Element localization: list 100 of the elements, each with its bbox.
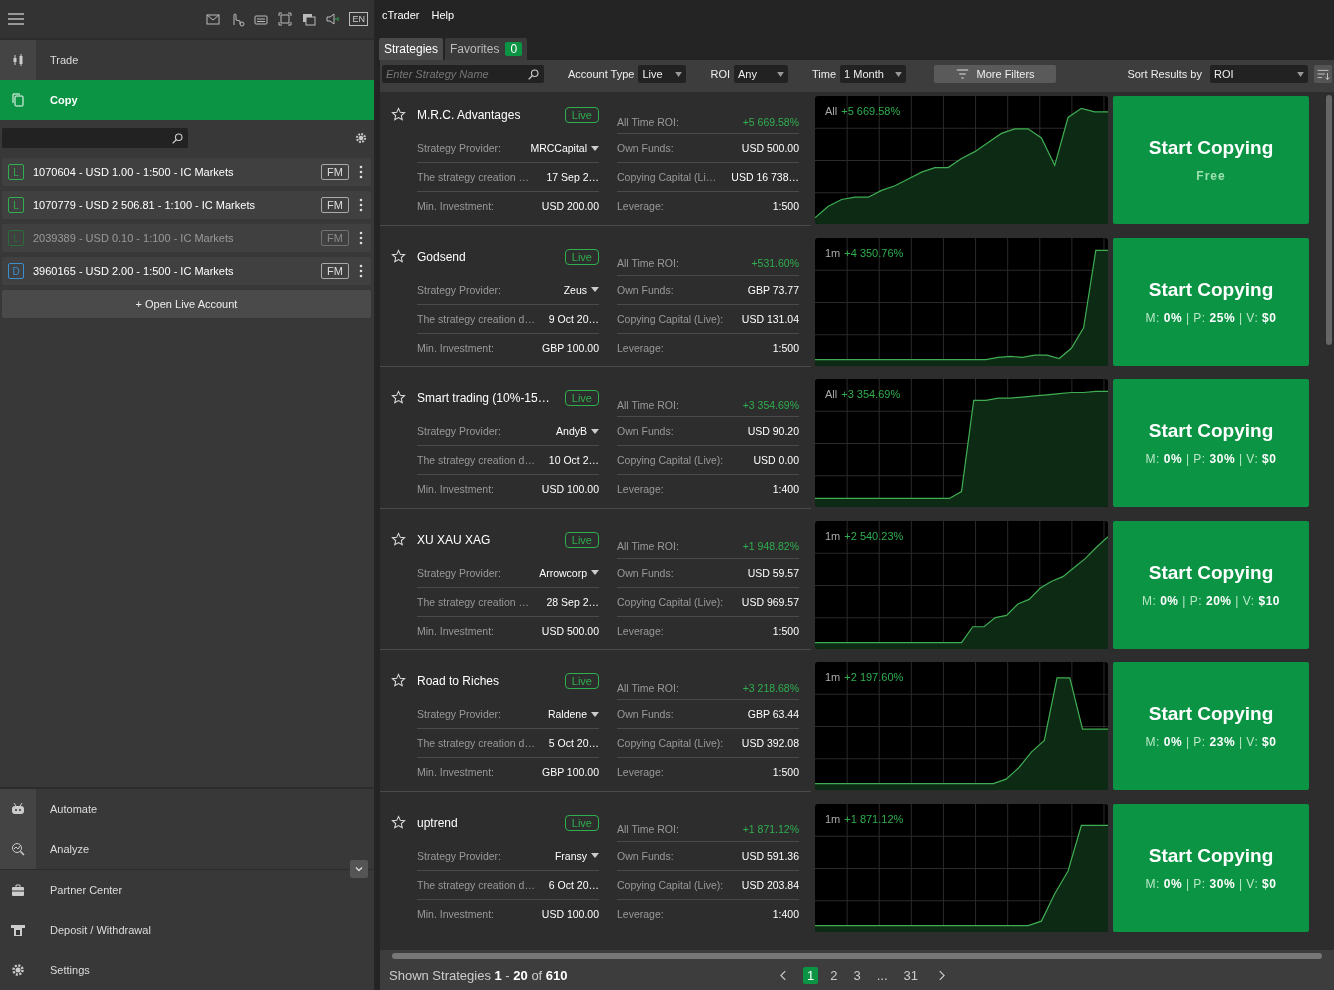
account-search-field[interactable]	[2, 128, 188, 148]
account-item[interactable]: L 1070779 - USD 2 506.81 - 1:100 - IC Markets FM	[2, 191, 371, 219]
tab[interactable]: Favorites 0	[445, 38, 528, 60]
star-icon[interactable]	[391, 390, 406, 406]
page-button[interactable]: 2	[826, 966, 842, 984]
field-label: The strategy creation d…	[417, 737, 535, 750]
fm-button[interactable]: FM	[321, 197, 349, 213]
provider-dropdown[interactable]: Zeus	[563, 283, 599, 296]
menu-item[interactable]: Help	[431, 9, 455, 21]
star-icon[interactable]	[391, 107, 406, 122]
mail-icon[interactable]	[205, 11, 222, 27]
filter-dropdown[interactable]: Live	[638, 65, 687, 83]
star-icon[interactable]	[391, 673, 406, 689]
nav-item[interactable]: Copy	[0, 80, 374, 120]
field-value: 10 Oct 2…	[548, 454, 599, 467]
briefcase-icon	[10, 882, 26, 898]
field-value: 1:500	[772, 766, 799, 779]
provider-dropdown[interactable]: MRCCapital	[530, 142, 599, 154]
chart-roi: +2 197.60%	[844, 671, 904, 684]
chart-period: 1m	[825, 812, 841, 825]
start-copying-button[interactable]: Start Copying M: 0% | P: 25% | V: $0	[1113, 237, 1309, 366]
page-button[interactable]: 1	[803, 966, 819, 984]
sort-dropdown[interactable]: ROI	[1210, 65, 1308, 83]
field-label: The strategy creation …	[417, 171, 530, 183]
filter-dropdown[interactable]: Any	[734, 65, 788, 83]
settings-icon	[10, 962, 26, 978]
dropdown-arrow-icon	[591, 570, 599, 576]
start-copying-button[interactable]: Start Copying M: 0% | P: 30% | V: $0	[1113, 803, 1309, 932]
provider-dropdown[interactable]: Fransy	[554, 849, 599, 862]
copy-icon	[10, 92, 26, 108]
star-icon[interactable]	[391, 248, 406, 264]
page-button[interactable]: ...	[872, 966, 892, 984]
start-copying-button[interactable]: Start Copying M: 0% | P: 30% | V: $0	[1113, 379, 1309, 508]
field-value: USD 90.20	[747, 425, 799, 438]
account-type-badge: L	[8, 164, 24, 180]
star-icon[interactable]	[391, 814, 406, 830]
more-filters-button[interactable]: More Filters	[934, 65, 1057, 83]
field-label: Own Funds:	[617, 142, 674, 154]
fullscreen-icon[interactable]	[277, 11, 294, 27]
field-label: Own Funds:	[617, 708, 674, 721]
start-copying-button[interactable]: Start Copying Free	[1113, 96, 1309, 224]
account-item[interactable]: D 3960165 - USD 2.00 - 1:500 - IC Markets FM	[2, 257, 371, 285]
field-label: Own Funds:	[617, 849, 674, 862]
provider-dropdown[interactable]: AndyB	[556, 425, 599, 438]
menu-item[interactable]: cTrader	[382, 9, 420, 21]
more-icon[interactable]	[359, 165, 363, 179]
strategy-name[interactable]: Road to Riches	[417, 674, 500, 689]
filter-dropdown[interactable]: 1 Month	[840, 65, 907, 83]
menu-icon[interactable]	[8, 13, 24, 25]
sort-icon[interactable]	[1314, 65, 1332, 83]
more-icon[interactable]	[359, 264, 363, 278]
dropdown-arrow-icon	[591, 853, 599, 859]
start-copying-button[interactable]: Start Copying M: 0% | P: 20% | V: $10	[1113, 520, 1309, 649]
star-icon[interactable]	[391, 531, 406, 547]
start-copying-button[interactable]: Start Copying M: 0% | P: 23% | V: $0	[1113, 662, 1309, 791]
open-live-account-button[interactable]: + Open Live Account	[2, 290, 371, 318]
field-label: Leverage:	[617, 766, 664, 779]
account-label: 1070779 - USD 2 506.81 - 1:100 - IC Markets	[33, 199, 256, 211]
field-value: USD 591.36	[741, 849, 799, 862]
tab[interactable]: Strategies	[379, 38, 444, 60]
field-value: USD 200.00	[541, 200, 599, 212]
page-button[interactable]: 31	[899, 966, 922, 984]
chevron-left-icon[interactable]	[780, 969, 787, 981]
speaker-icon[interactable]	[325, 11, 342, 27]
field-label: Min. Investment:	[417, 200, 495, 212]
filter-label: Time	[812, 68, 837, 80]
chart-period: 1m	[825, 246, 841, 259]
field-label: Copying Capital (Live):	[617, 737, 724, 750]
chevron-right-icon[interactable]	[938, 969, 945, 981]
field-value: 1:500	[772, 200, 799, 212]
strategy-search-field[interactable]: Enter Strategy Name	[382, 65, 544, 83]
shown-strategies-text: Shown Strategies 1 - 20 of 610	[389, 967, 568, 983]
chart-roi: +1 871.12%	[844, 812, 904, 825]
nav-item[interactable]: Analyze	[0, 829, 374, 870]
strategy-name[interactable]: M.R.C. Advantages	[417, 108, 521, 122]
fm-button[interactable]: FM	[321, 263, 349, 279]
filter-label: Sort Results by	[1127, 68, 1202, 80]
page-button[interactable]: 3	[849, 966, 865, 984]
account-item[interactable]: L 1070604 - USD 1.00 - 1:500 - IC Markets FM	[2, 158, 371, 186]
field-value: 1:400	[772, 907, 799, 920]
more-icon[interactable]	[359, 198, 363, 212]
settings-icon[interactable]	[354, 131, 368, 145]
account-label: 2039389 - USD 0.10 - 1:100 - IC Markets	[33, 232, 235, 244]
provider-dropdown[interactable]: Arrowcorp	[539, 566, 599, 579]
roi-value: +1 948.82%	[742, 540, 799, 553]
strategy-name[interactable]: Godsend	[417, 249, 466, 264]
roi-value: +3 354.69%	[742, 398, 799, 411]
strategy-name[interactable]: Smart trading (10%-15…	[417, 391, 550, 406]
language-button[interactable]: EN	[349, 12, 368, 26]
dropdown-arrow-icon	[591, 287, 599, 293]
field-label: Copying Capital (Li…	[617, 171, 717, 183]
strategy-name[interactable]: uptrend	[417, 815, 458, 830]
chevron-down-icon[interactable]	[350, 860, 368, 878]
field-label: The strategy creation d…	[417, 312, 535, 325]
chart-roi: +5 669.58%	[841, 105, 901, 117]
fm-button[interactable]: FM	[321, 164, 349, 180]
strategy-name[interactable]: XU XAU XAG	[417, 532, 491, 547]
field-label: All Time ROI:	[617, 681, 679, 694]
windows-icon[interactable]	[301, 11, 318, 27]
provider-dropdown[interactable]: Raldene	[547, 708, 599, 721]
